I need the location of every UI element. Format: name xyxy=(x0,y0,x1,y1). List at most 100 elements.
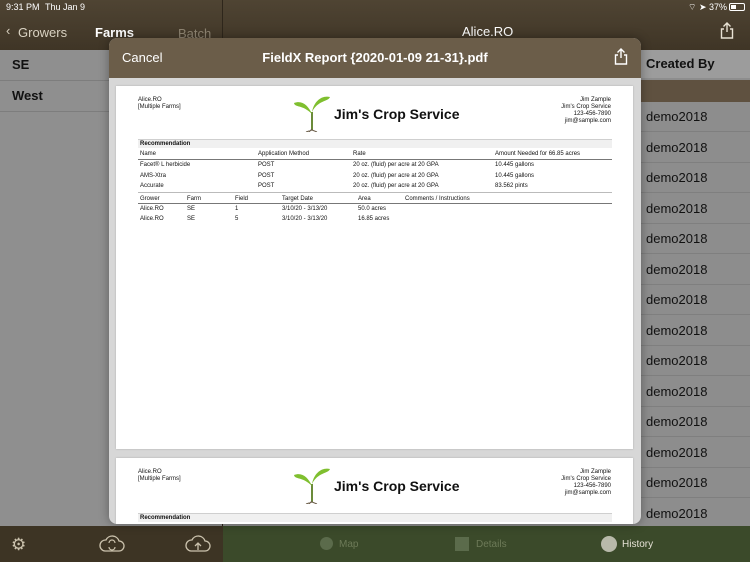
back-chevron-icon[interactable]: ‹ xyxy=(6,23,10,38)
created-by-cell: demo2018 xyxy=(646,200,708,216)
details-icon[interactable] xyxy=(455,537,469,551)
rec-cell: POST xyxy=(258,162,275,168)
back-button-growers[interactable]: Growers xyxy=(18,25,67,40)
cloud-sync-icon[interactable] xyxy=(98,534,126,559)
rec-cell: Facet® L herbicide xyxy=(140,162,191,168)
report-contact-phone: 123-456-7890 xyxy=(573,483,611,489)
farm-label: West xyxy=(12,88,43,103)
rec-header: Application Method xyxy=(258,151,310,157)
report-grower: Alice.RO xyxy=(138,97,162,103)
farm-label: SE xyxy=(12,57,30,72)
table-row[interactable]: demo2018 xyxy=(640,346,750,376)
rec-cell: 10.445 gallons xyxy=(495,162,535,168)
table-row[interactable]: demo2018 xyxy=(640,163,750,193)
report-contact-email: jim@sample.com xyxy=(564,118,611,124)
cloud-upload-icon[interactable] xyxy=(184,534,212,559)
modal-header: Cancel FieldX Report {2020-01-09 21-31}.… xyxy=(109,38,641,78)
rec-cell: 83.562 pints xyxy=(495,183,528,189)
field-cell: 50.0 acres xyxy=(358,206,387,212)
report-contact-company: Jim's Crop Service xyxy=(561,104,611,110)
field-header: Field xyxy=(235,196,249,202)
sprout-logo-icon xyxy=(292,468,332,509)
field-header: Grower xyxy=(140,196,160,202)
report-brand: Jim's Crop Service xyxy=(334,106,460,122)
created-by-cell: demo2018 xyxy=(646,383,708,399)
field-cell: 1 xyxy=(235,206,239,212)
rec-cell: POST xyxy=(258,173,275,179)
table-row[interactable]: demo2018 xyxy=(640,407,750,437)
created-by-cell: demo2018 xyxy=(646,414,708,429)
field-cell: 3/10/20 - 3/13/20 xyxy=(282,216,328,222)
created-by-cell: demo2018 xyxy=(646,292,708,307)
history-clock-icon[interactable] xyxy=(601,536,617,552)
created-by-cell: demo2018 xyxy=(646,109,708,124)
created-by-cell: demo2018 xyxy=(646,505,708,521)
rec-cell: 20 oz. (fluid) per acre at 20 GPA xyxy=(353,162,439,168)
created-by-cell: demo2018 xyxy=(646,231,708,246)
bottom-tabs: Map Details History xyxy=(223,526,750,562)
gear-icon[interactable]: ⚙ xyxy=(11,535,26,555)
rec-cell: 20 oz. (fluid) per acre at 20 GPA xyxy=(353,183,439,189)
table-row[interactable]: demo2018 xyxy=(640,468,750,498)
table-row[interactable]: demo2018 xyxy=(640,255,750,285)
rec-header: Rate xyxy=(353,151,366,157)
field-cell: SE xyxy=(187,216,196,222)
rec-cell: 10.445 gallons xyxy=(495,173,535,179)
status-time: 9:31 PM xyxy=(6,2,40,12)
report-contact-phone: 123-456-7890 xyxy=(573,111,611,117)
created-by-cell: demo2018 xyxy=(646,444,708,460)
column-header-created-by[interactable]: Created By xyxy=(640,50,750,78)
table-row[interactable]: demo2018 xyxy=(640,224,750,254)
field-header: Target Date xyxy=(282,196,314,202)
field-cell: Alice.RO xyxy=(140,206,164,212)
report-contact-name: Jim Zample xyxy=(579,97,611,103)
rec-cell: AMS-Xtra xyxy=(140,173,167,179)
field-header: Farm xyxy=(187,196,201,202)
report-contact-company: Jim's Crop Service xyxy=(561,476,611,482)
tab-history[interactable]: History xyxy=(622,539,653,550)
table-rule xyxy=(138,159,612,160)
table-row[interactable]: demo2018 xyxy=(640,194,750,224)
report-contact-name: Jim Zample xyxy=(579,469,611,475)
section-title: Recommendation xyxy=(140,141,191,147)
field-header: Comments / Instructions xyxy=(405,196,470,202)
pdf-preview-modal: Cancel FieldX Report {2020-01-09 21-31}.… xyxy=(109,38,641,524)
field-cell: SE xyxy=(187,206,196,212)
table-row[interactable]: demo2018 xyxy=(640,285,750,315)
field-header: Area xyxy=(358,196,371,202)
share-icon[interactable] xyxy=(720,22,734,44)
field-cell: Alice.RO xyxy=(140,216,164,222)
tab-map[interactable]: Map xyxy=(339,539,358,550)
rec-cell: 20 oz. (fluid) per acre at 20 GPA xyxy=(353,173,439,179)
table-row[interactable]: demo2018 xyxy=(640,133,750,163)
report-farms: [Multiple Farms] xyxy=(138,476,181,482)
pdf-page-1: Alice.RO [Multiple Farms] Jim's Crop Ser… xyxy=(116,86,633,449)
share-icon[interactable] xyxy=(614,48,628,70)
tab-details[interactable]: Details xyxy=(476,539,507,550)
report-farms: [Multiple Farms] xyxy=(138,104,181,110)
table-row[interactable]: demo2018 xyxy=(640,377,750,407)
nav-title-alice: Alice.RO xyxy=(462,24,514,39)
rec-header: Amount Needed for 66.85 acres xyxy=(495,151,581,157)
rec-cell: POST xyxy=(258,183,275,189)
map-icon[interactable] xyxy=(320,537,333,550)
table-row[interactable]: demo2018 xyxy=(640,438,750,468)
column-header-band xyxy=(640,80,750,102)
created-by-cell: demo2018 xyxy=(646,353,708,368)
wifi-icon: ⌔ ➤ xyxy=(688,2,707,12)
created-by-cell: demo2018 xyxy=(646,475,708,490)
pdf-page-2: Alice.RO [Multiple Farms] Jim's Crop Ser… xyxy=(116,458,633,524)
section-recommendation: Recommendation xyxy=(138,139,612,148)
rec-header: Name xyxy=(140,151,157,157)
sprout-logo-icon xyxy=(292,96,332,137)
rec-cell: Accurate xyxy=(140,183,164,189)
field-cell: 5 xyxy=(235,216,239,222)
table-row[interactable]: demo2018 xyxy=(640,102,750,132)
created-by-cell: demo2018 xyxy=(646,139,708,155)
table-row[interactable]: demo2018 xyxy=(640,499,750,529)
table-rule xyxy=(138,192,612,193)
created-by-cell: demo2018 xyxy=(646,261,708,277)
created-by-cell: demo2018 xyxy=(646,322,708,338)
status-battery: 37% xyxy=(709,2,728,12)
table-row[interactable]: demo2018 xyxy=(640,316,750,346)
